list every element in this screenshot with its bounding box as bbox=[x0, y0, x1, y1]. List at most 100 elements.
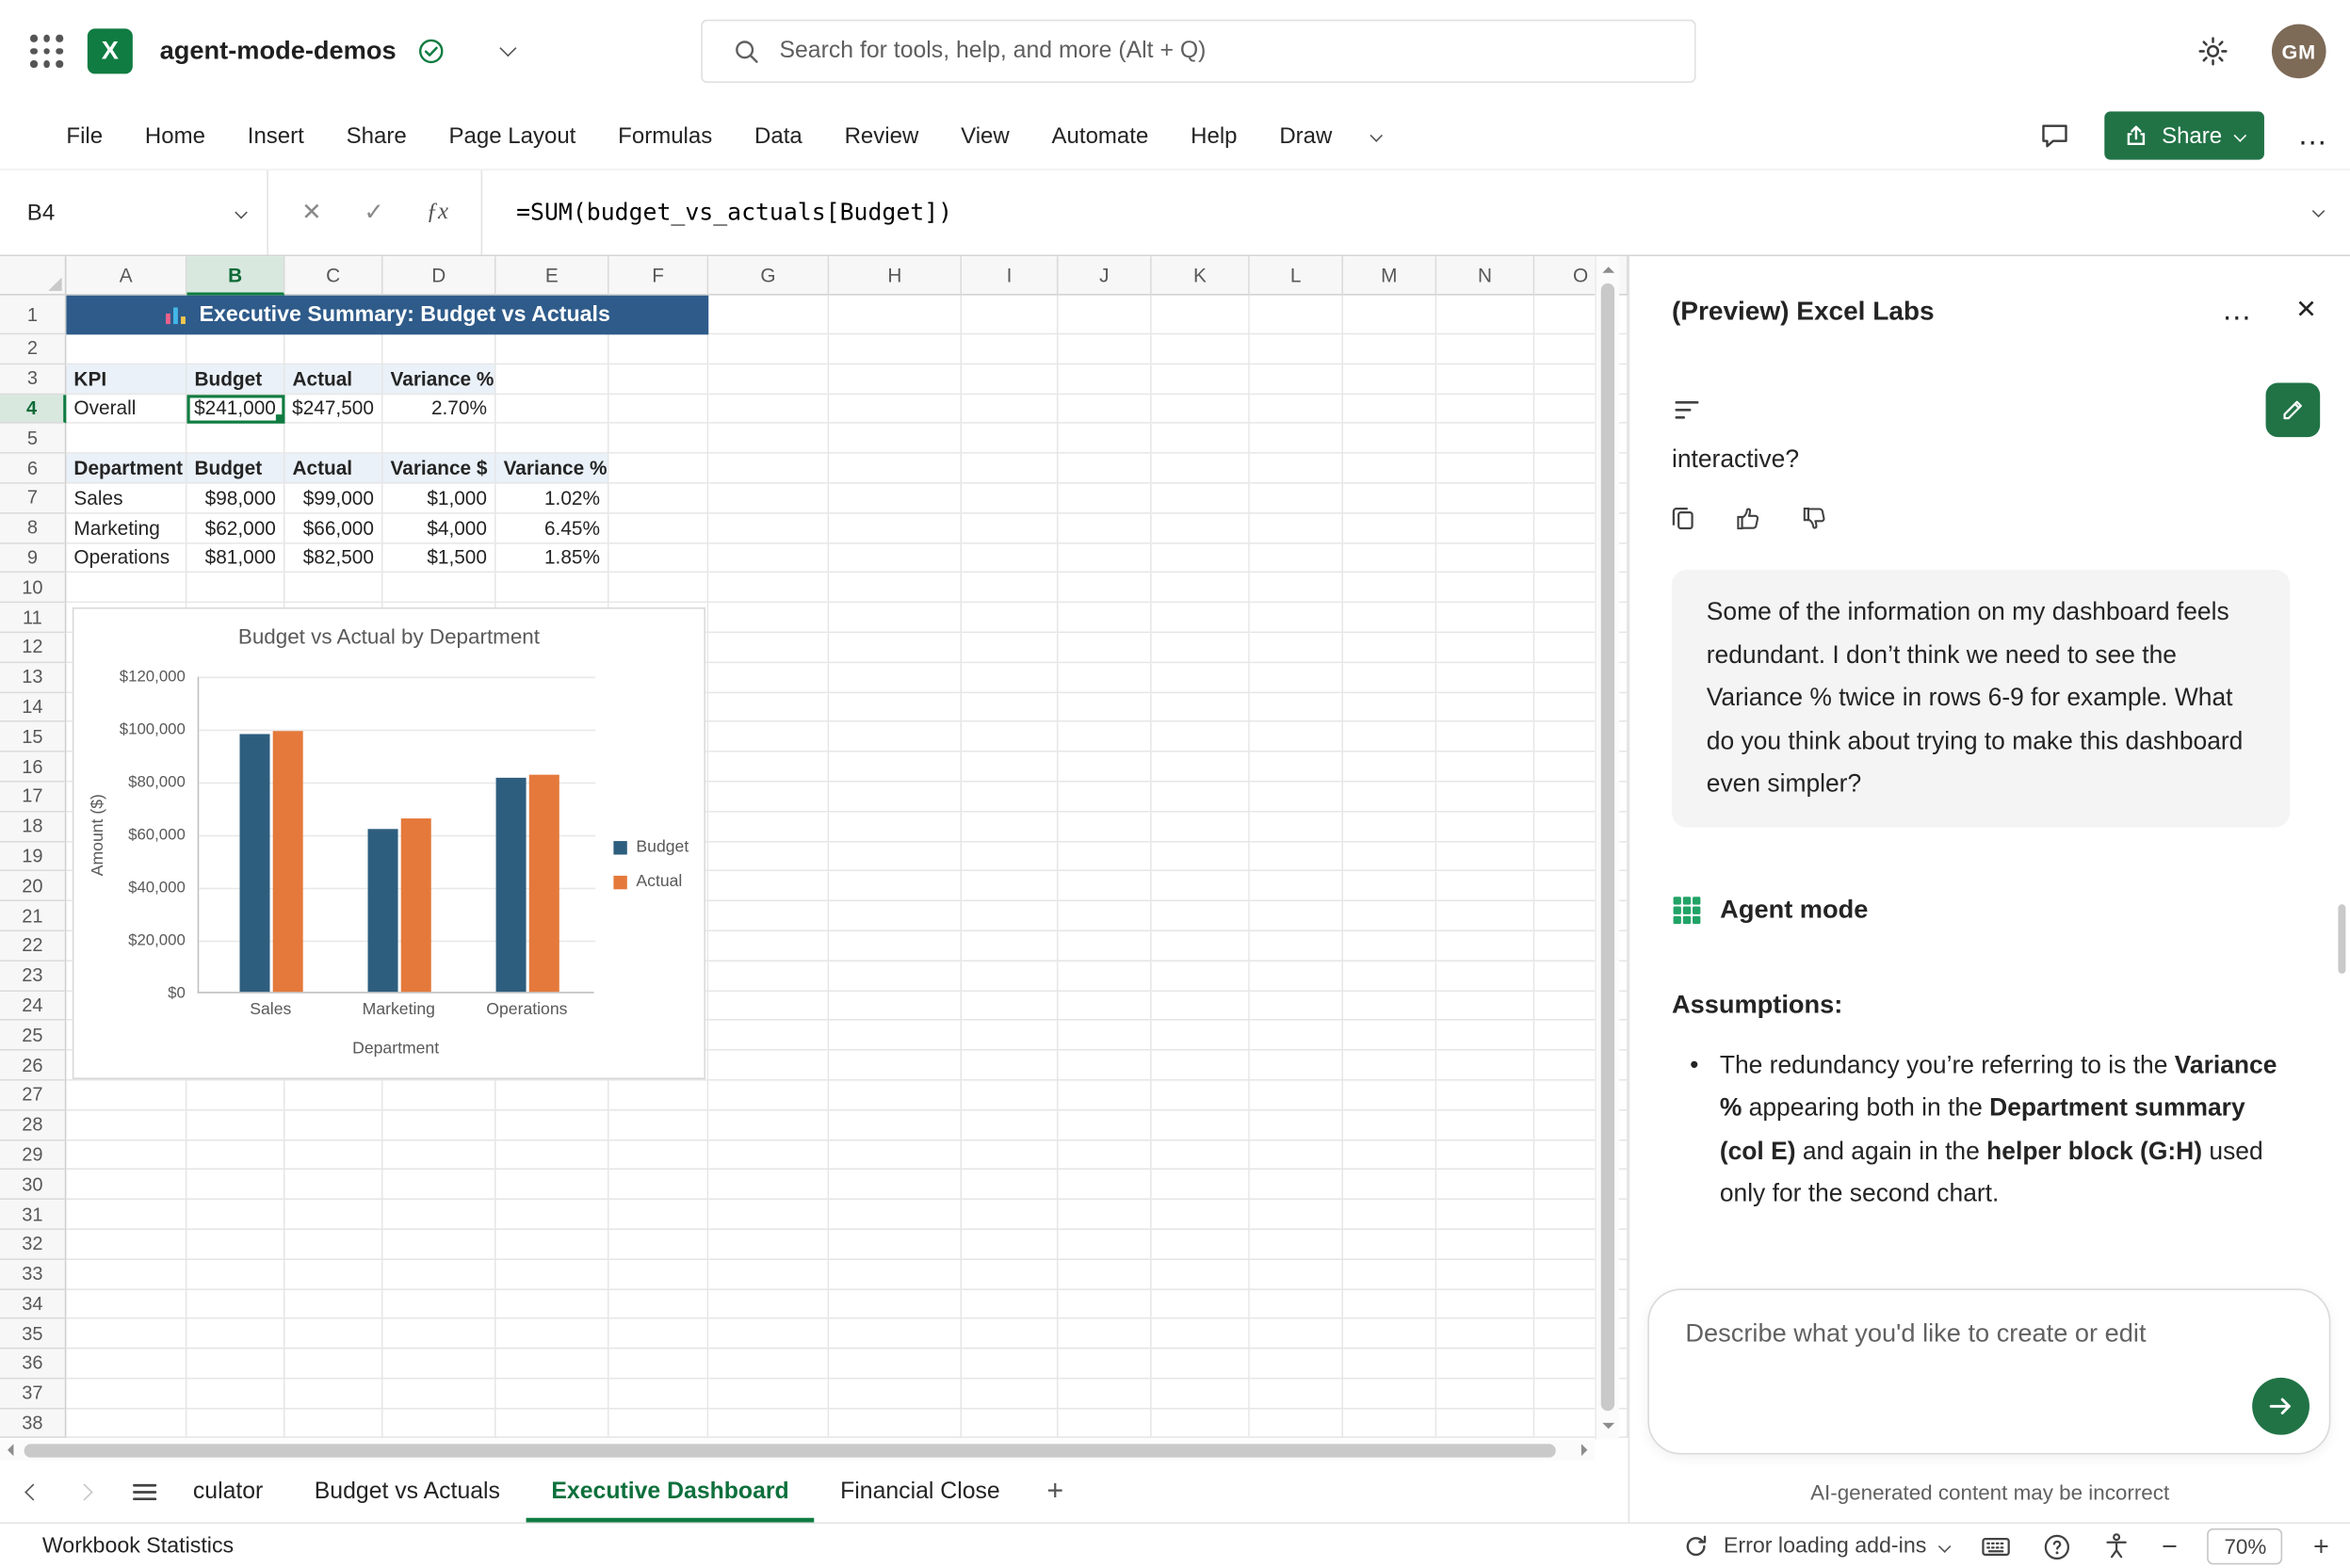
cell-J18[interactable] bbox=[1059, 812, 1152, 842]
cell-K24[interactable] bbox=[1152, 991, 1250, 1021]
cell-B33[interactable] bbox=[186, 1260, 284, 1290]
cell-L2[interactable] bbox=[1250, 334, 1343, 364]
share-button[interactable]: Share bbox=[2104, 111, 2264, 159]
cell-A29[interactable] bbox=[66, 1140, 186, 1171]
cell-L13[interactable] bbox=[1250, 663, 1343, 693]
row-header-26[interactable]: 26 bbox=[0, 1051, 66, 1081]
vertical-scrollbar[interactable] bbox=[1595, 256, 1619, 1439]
cell-M18[interactable] bbox=[1343, 812, 1436, 842]
cell-N11[interactable] bbox=[1436, 603, 1534, 633]
cell-G35[interactable] bbox=[708, 1319, 829, 1350]
cell-M29[interactable] bbox=[1343, 1140, 1436, 1171]
row-header-25[interactable]: 25 bbox=[0, 1021, 66, 1051]
cell-C37[interactable] bbox=[284, 1379, 382, 1409]
cell-G19[interactable] bbox=[708, 842, 829, 872]
cell-B29[interactable] bbox=[186, 1140, 284, 1171]
cell-F3[interactable] bbox=[609, 364, 709, 395]
cell-N22[interactable] bbox=[1436, 931, 1534, 962]
cell-D37[interactable] bbox=[383, 1379, 496, 1409]
cell-B7[interactable]: $98,000 bbox=[186, 484, 284, 514]
cell-I5[interactable] bbox=[962, 424, 1058, 454]
column-header-H[interactable]: H bbox=[829, 256, 962, 296]
cell-K32[interactable] bbox=[1152, 1230, 1250, 1260]
cell-H15[interactable] bbox=[829, 722, 962, 752]
cell-K8[interactable] bbox=[1152, 513, 1250, 543]
thumbs-down-icon[interactable] bbox=[1800, 504, 1830, 534]
cell-H6[interactable] bbox=[829, 454, 962, 484]
cell-H24[interactable] bbox=[829, 991, 962, 1021]
cell-N14[interactable] bbox=[1436, 693, 1534, 723]
row-header-24[interactable]: 24 bbox=[0, 991, 66, 1021]
cell-A31[interactable] bbox=[66, 1200, 186, 1230]
ribbon-tab-view[interactable]: View bbox=[940, 103, 1030, 169]
cell-I20[interactable] bbox=[962, 872, 1058, 902]
row-header-31[interactable]: 31 bbox=[0, 1200, 66, 1230]
cell-E27[interactable] bbox=[496, 1080, 609, 1110]
cell-A33[interactable] bbox=[66, 1260, 186, 1290]
cell-K28[interactable] bbox=[1152, 1110, 1250, 1140]
cell-N10[interactable] bbox=[1436, 574, 1534, 604]
title-chevron-down-icon[interactable] bbox=[499, 40, 516, 57]
ribbon-tab-help[interactable]: Help bbox=[1170, 103, 1258, 169]
enter-entry-icon[interactable]: ✓ bbox=[364, 198, 383, 228]
cell-G17[interactable] bbox=[708, 783, 829, 813]
sheet-tab-budget-vs-actuals[interactable]: Budget vs Actuals bbox=[289, 1461, 527, 1523]
cell-I15[interactable] bbox=[962, 722, 1058, 752]
cell-D35[interactable] bbox=[383, 1319, 496, 1350]
cell-D27[interactable] bbox=[383, 1080, 496, 1110]
cell-N26[interactable] bbox=[1436, 1051, 1534, 1081]
cell-G5[interactable] bbox=[708, 424, 829, 454]
cell-M35[interactable] bbox=[1343, 1319, 1436, 1350]
ribbon-overflow-ellipsis[interactable]: … bbox=[2297, 119, 2329, 154]
row-header-14[interactable]: 14 bbox=[0, 693, 66, 723]
cell-H19[interactable] bbox=[829, 842, 962, 872]
cell-L18[interactable] bbox=[1250, 812, 1343, 842]
cell-I35[interactable] bbox=[962, 1319, 1058, 1350]
cell-G36[interactable] bbox=[708, 1350, 829, 1380]
cell-M21[interactable] bbox=[1343, 901, 1436, 931]
cell-K31[interactable] bbox=[1152, 1200, 1250, 1230]
cell-L34[interactable] bbox=[1250, 1289, 1343, 1319]
cell-G9[interactable] bbox=[708, 543, 829, 574]
row-header-3[interactable]: 3 bbox=[0, 364, 66, 395]
cell-E36[interactable] bbox=[496, 1350, 609, 1380]
all-sheets-menu-icon[interactable] bbox=[130, 1477, 160, 1507]
cell-I30[interactable] bbox=[962, 1170, 1058, 1200]
cell-M38[interactable] bbox=[1343, 1409, 1436, 1439]
cell-I3[interactable] bbox=[962, 364, 1058, 395]
cell-A32[interactable] bbox=[66, 1230, 186, 1260]
cell-M22[interactable] bbox=[1343, 931, 1436, 962]
cell-B32[interactable] bbox=[186, 1230, 284, 1260]
row-header-22[interactable]: 22 bbox=[0, 931, 66, 962]
cell-M6[interactable] bbox=[1343, 454, 1436, 484]
cell-K21[interactable] bbox=[1152, 901, 1250, 931]
cell-D9[interactable]: $1,500 bbox=[383, 543, 496, 574]
scroll-left-arrow[interactable] bbox=[8, 1444, 13, 1456]
row-header-17[interactable]: 17 bbox=[0, 783, 66, 813]
cell-C36[interactable] bbox=[284, 1350, 382, 1380]
cell-N19[interactable] bbox=[1436, 842, 1534, 872]
cell-J10[interactable] bbox=[1059, 574, 1152, 604]
ribbon-tab-formulas[interactable]: Formulas bbox=[597, 103, 734, 169]
cell-E30[interactable] bbox=[496, 1170, 609, 1200]
cell-A4[interactable]: Overall bbox=[66, 395, 186, 425]
cell-H17[interactable] bbox=[829, 783, 962, 813]
column-header-J[interactable]: J bbox=[1059, 256, 1152, 296]
cell-D32[interactable] bbox=[383, 1230, 496, 1260]
cell-K20[interactable] bbox=[1152, 872, 1250, 902]
excel-logo-icon[interactable]: X bbox=[88, 28, 133, 73]
cell-J19[interactable] bbox=[1059, 842, 1152, 872]
cell-N31[interactable] bbox=[1436, 1200, 1534, 1230]
cell-L31[interactable] bbox=[1250, 1200, 1343, 1230]
cell-A3[interactable]: KPI bbox=[66, 364, 186, 395]
cell-F6[interactable] bbox=[609, 454, 709, 484]
cell-B34[interactable] bbox=[186, 1289, 284, 1319]
cell-B2[interactable] bbox=[186, 334, 284, 364]
cell-M12[interactable] bbox=[1343, 633, 1436, 663]
cell-H38[interactable] bbox=[829, 1409, 962, 1439]
cell-C27[interactable] bbox=[284, 1080, 382, 1110]
ribbon-more-chevron-icon[interactable] bbox=[1353, 103, 1399, 169]
cell-N21[interactable] bbox=[1436, 901, 1534, 931]
cell-N29[interactable] bbox=[1436, 1140, 1534, 1171]
cell-I11[interactable] bbox=[962, 603, 1058, 633]
